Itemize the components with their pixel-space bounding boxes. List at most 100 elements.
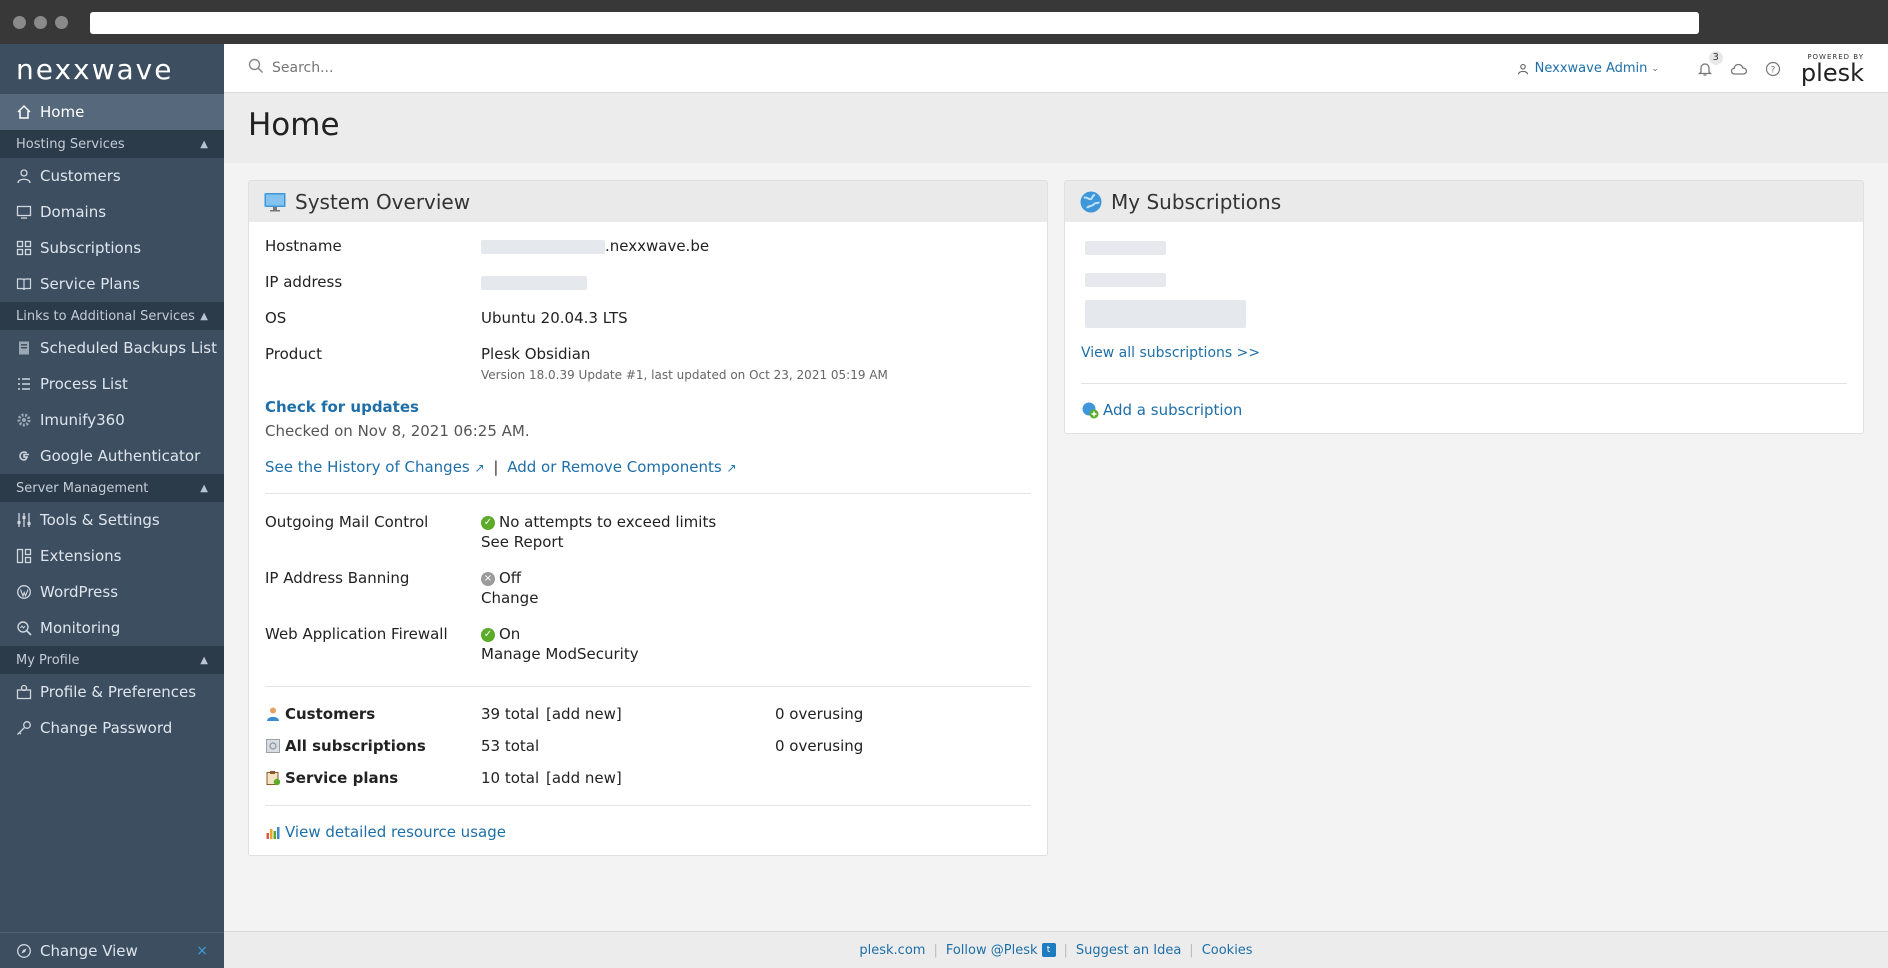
notifications-count: 3 (1708, 50, 1723, 65)
redacted-subscription (1085, 300, 1246, 328)
subscriptions-total-link[interactable]: 53 total (481, 737, 539, 755)
subscription-icon (265, 738, 281, 754)
globe-icon (1079, 190, 1103, 214)
see-report-link[interactable]: See Report (481, 533, 563, 551)
monitoring-search-icon (16, 620, 32, 636)
plesk-logo[interactable]: POWERED BY plesk (1801, 53, 1864, 85)
service-plan-icon (265, 770, 281, 786)
history-of-changes-link[interactable]: See the History of Changes ↗ (265, 458, 485, 476)
sidebar-item-label: Monitoring (40, 619, 121, 637)
check-updates-link[interactable]: Check for updates (265, 398, 419, 416)
footer-plesk-link[interactable]: plesk.com (859, 943, 925, 958)
sidebar-item-service-plans[interactable]: Service Plans (0, 266, 224, 302)
hostname-label: Hostname (265, 237, 342, 255)
chevron-up-icon: ▲ (200, 310, 208, 322)
sidebar-item-monitoring[interactable]: Monitoring (0, 610, 224, 646)
wordpress-icon (16, 584, 32, 600)
footer-separator: | (1189, 942, 1194, 958)
resource-usage-row: View detailed resource usage (265, 823, 506, 841)
sidebar-section-hosting-services[interactable]: Hosting Services ▲ (0, 130, 224, 158)
sidebar-item-label: Change Password (40, 719, 173, 737)
browser-chrome (0, 0, 1888, 44)
sidebar-item-subscriptions[interactable]: Subscriptions (0, 230, 224, 266)
chevron-up-icon: ▲ (200, 482, 208, 494)
view-all-subscriptions-link[interactable]: View all subscriptions >> (1081, 345, 1260, 361)
user-menu[interactable]: Nexxwave Admin ⌄ (1517, 61, 1659, 76)
sidebar-item-imunify360[interactable]: Imunify360 (0, 402, 224, 438)
subscriptions-stat-label: All subscriptions (265, 737, 426, 755)
notifications-button[interactable]: 3 (1695, 50, 1723, 79)
x-circle-icon: × (481, 571, 495, 586)
footer-follow-link[interactable]: Follow @Plesk t (946, 943, 1056, 958)
hostname-value: .nexxwave.be (481, 237, 709, 255)
footer-follow-label: Follow @Plesk (945, 942, 1038, 958)
sidebar-item-label: Domains (40, 203, 107, 221)
add-remove-components-link[interactable]: Add or Remove Components ↗ (507, 458, 736, 476)
window-close-dot[interactable] (13, 16, 26, 29)
manage-modsecurity-link[interactable]: Manage ModSecurity (481, 645, 639, 663)
external-link-icon: ↗ (726, 461, 737, 475)
external-link-icon: ↗ (474, 461, 485, 475)
sidebar-item-google-authenticator[interactable]: Google Authenticator (0, 438, 224, 474)
ip-banning-label: IP Address Banning (265, 569, 410, 587)
hostname-domain: .nexxwave.be (605, 237, 710, 255)
topbar: Nexxwave Admin ⌄ 3 ? POWERED BY plesk (224, 44, 1888, 93)
sidebar-item-change-password[interactable]: Change Password (0, 710, 224, 746)
add-globe-icon (1081, 401, 1099, 419)
close-icon[interactable]: × (196, 943, 208, 959)
customers-total-link[interactable]: 39 total (481, 705, 539, 723)
redacted-block (481, 275, 587, 290)
sidebar-item-process-list[interactable]: Process List (0, 366, 224, 402)
mail-control-status: ✓ No attempts to exceed limits (481, 513, 716, 531)
sidebar-item-label: Customers (40, 167, 121, 185)
subscriptions-overusing-link[interactable]: 0 overusing (775, 737, 863, 755)
add-service-plan-link[interactable]: [add new] (546, 769, 622, 787)
sidebar-item-customers[interactable]: Customers (0, 158, 224, 194)
footer-cookies-link[interactable]: Cookies (1202, 943, 1253, 958)
help-icon: ? (1765, 61, 1781, 77)
system-overview-panel: System Overview Hostname .nexxwave.be IP… (248, 180, 1048, 856)
extensions-icon (16, 548, 32, 564)
system-overview-title: System Overview (295, 189, 471, 214)
window-minimize-dot[interactable] (34, 16, 47, 29)
sidebar-section-my-profile[interactable]: My Profile ▲ (0, 646, 224, 674)
sidebar-section-additional-services[interactable]: Links to Additional Services ▲ (0, 302, 224, 330)
sidebar-item-domains[interactable]: Domains (0, 194, 224, 230)
sidebar-item-label: Scheduled Backups List (40, 339, 218, 357)
add-customer-link[interactable]: [add new] (546, 705, 622, 723)
change-view-button[interactable]: Change View × (0, 932, 224, 968)
os-label: OS (265, 309, 287, 327)
user-name: Nexxwave Admin (1534, 61, 1648, 76)
sidebar-item-label: Google Authenticator (40, 447, 201, 465)
ipban-status-text: Off (499, 569, 522, 587)
components-link-label: Add or Remove Components (507, 458, 722, 476)
resource-usage-link[interactable]: View detailed resource usage (285, 823, 506, 841)
sidebar-section-server-management[interactable]: Server Management ▲ (0, 474, 224, 502)
add-subscription-row: Add a subscription (1081, 401, 1242, 419)
sidebar-item-wordpress[interactable]: WordPress (0, 574, 224, 610)
my-subscriptions-panel: My Subscriptions View all subscriptions … (1064, 180, 1864, 434)
search-input[interactable] (272, 60, 632, 76)
sidebar-item-home[interactable]: Home (0, 94, 224, 130)
help-button[interactable]: ? (1763, 59, 1783, 79)
address-bar[interactable] (90, 12, 1699, 34)
change-ipban-link[interactable]: Change (481, 589, 538, 607)
window-maximize-dot[interactable] (55, 16, 68, 29)
list-icon (16, 376, 32, 392)
service-plans-total-link[interactable]: 10 total (481, 769, 539, 787)
cloud-button[interactable] (1729, 59, 1749, 79)
brand-logo[interactable]: Nexxwave (0, 44, 224, 94)
add-subscription-link[interactable]: Add a subscription (1103, 401, 1242, 419)
customers-overusing-link[interactable]: 0 overusing (775, 705, 863, 723)
footer-suggest-link[interactable]: Suggest an Idea (1076, 943, 1181, 958)
profile-icon (16, 684, 32, 700)
system-overview-header: System Overview (249, 181, 1047, 222)
sidebar-section-title: My Profile (16, 652, 80, 668)
sidebar-item-tools-settings[interactable]: Tools & Settings (0, 502, 224, 538)
sidebar-item-extensions[interactable]: Extensions (0, 538, 224, 574)
sidebar-item-profile-preferences[interactable]: Profile & Preferences (0, 674, 224, 710)
search-icon (248, 58, 264, 78)
redacted-subscription (1085, 273, 1166, 287)
sidebar-item-scheduled-backups[interactable]: Scheduled Backups List (0, 330, 224, 366)
divider (265, 686, 1031, 687)
